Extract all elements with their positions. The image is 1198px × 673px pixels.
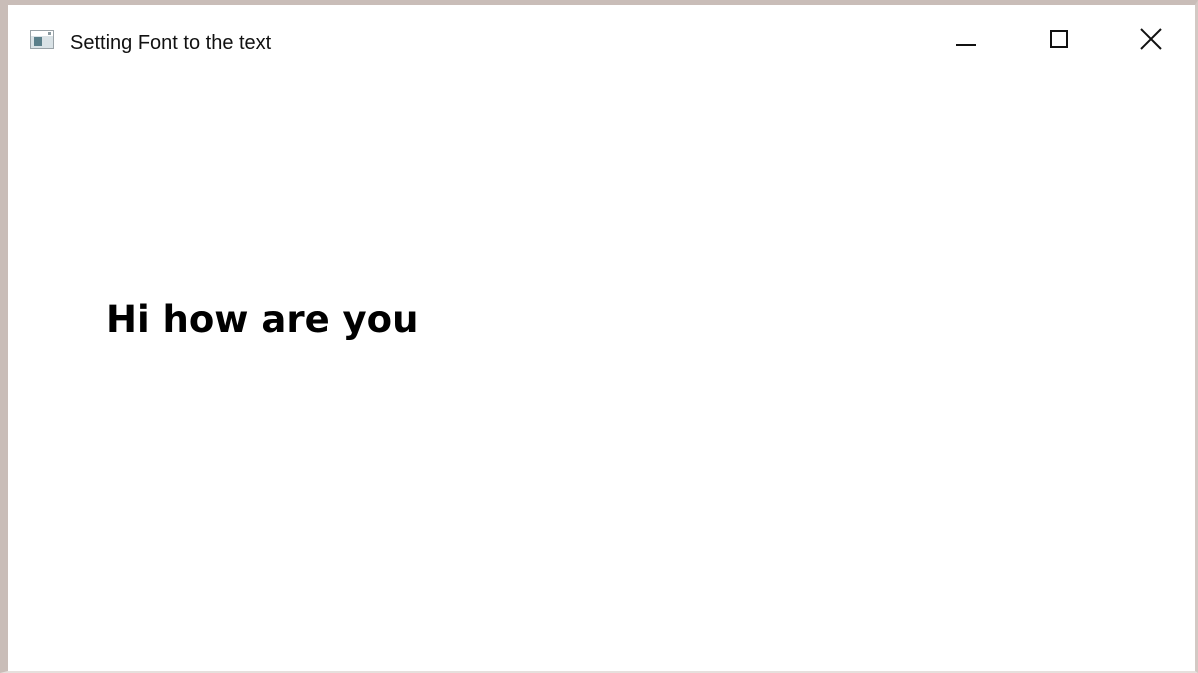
title-bar[interactable]: Setting Font to the text [8,5,1195,75]
window-title: Setting Font to the text [70,32,272,54]
app-window: Setting Font to the text Hi how are you [0,0,1198,673]
client-area: Hi how are you [8,75,1195,671]
application-icon [30,30,54,49]
close-icon [1140,28,1162,50]
greeting-label: Hi how are you [106,298,419,341]
minimize-button[interactable] [920,5,1012,75]
maximize-button[interactable] [1012,5,1104,75]
minimize-icon [956,44,976,46]
maximize-icon [1050,30,1068,48]
close-button[interactable] [1104,5,1195,75]
